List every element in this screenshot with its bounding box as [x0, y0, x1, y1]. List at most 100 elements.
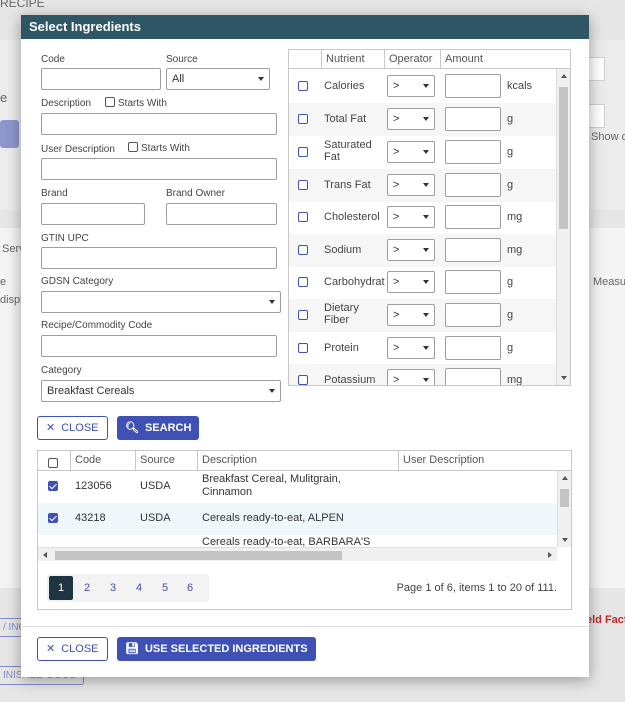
source-column-header[interactable]: Source	[140, 454, 175, 466]
operator-select[interactable]: >	[387, 369, 435, 386]
operator-select[interactable]: >	[387, 271, 435, 293]
gtin-input[interactable]	[41, 247, 277, 269]
page-button-1[interactable]: 1	[49, 576, 73, 600]
row-code: 123056	[75, 480, 112, 492]
scrollbar-thumb[interactable]	[559, 87, 568, 229]
nutrient-row-total-fat: Total Fat > g	[289, 103, 556, 136]
select-all-checkbox[interactable]	[48, 458, 58, 468]
page-button-5[interactable]: 5	[153, 576, 177, 600]
scroll-down-icon[interactable]	[562, 538, 568, 542]
use-selected-ingredients-button[interactable]: 💾︎ USE SELECTED INGREDIENTS	[117, 637, 316, 661]
footer-close-button[interactable]: ✕ CLOSE	[37, 637, 108, 661]
nutrient-row-carbohydrate: Carbohydrat > g	[289, 266, 556, 299]
nutrient-row-checkbox[interactable]	[298, 180, 308, 190]
nutrient-name: Potassium	[324, 374, 376, 386]
nutrient-row-checkbox[interactable]	[298, 147, 308, 157]
code-input[interactable]	[41, 68, 161, 90]
amount-input[interactable]	[445, 74, 501, 98]
operator-select[interactable]: >	[387, 304, 435, 326]
recipe-code-input[interactable]	[41, 335, 277, 357]
amount-input[interactable]	[445, 336, 501, 360]
code-column-header[interactable]: Code	[75, 454, 101, 466]
nutrient-row-sodium: Sodium > mg	[289, 234, 556, 267]
page-button-2[interactable]: 2	[75, 576, 99, 600]
operator-value: >	[393, 113, 400, 125]
operator-column-header: Operator	[389, 53, 433, 65]
amount-input[interactable]	[445, 205, 501, 229]
results-vertical-scrollbar[interactable]	[557, 471, 571, 547]
operator-value: >	[393, 80, 400, 92]
source-select[interactable]: All	[166, 68, 270, 90]
category-value: Breakfast Cereals	[47, 385, 135, 397]
scrollbar-thumb[interactable]	[55, 551, 342, 560]
nutrient-row-checkbox[interactable]	[298, 114, 308, 124]
scroll-up-icon[interactable]	[561, 74, 567, 78]
row-checkbox[interactable]	[48, 481, 58, 491]
page-button-4[interactable]: 4	[127, 576, 151, 600]
operator-select[interactable]: >	[387, 206, 435, 228]
operator-select[interactable]: >	[387, 108, 435, 130]
operator-select[interactable]: >	[387, 141, 435, 163]
description-column-header[interactable]: Description	[202, 454, 257, 466]
category-select[interactable]: Breakfast Cereals	[41, 380, 281, 402]
amount-input[interactable]	[445, 303, 501, 327]
nutrient-row-checkbox[interactable]	[298, 212, 308, 222]
background-recipe-crumb: RECIPE	[0, 0, 45, 10]
scroll-up-icon[interactable]	[562, 476, 568, 480]
close-button[interactable]: ✕ CLOSE	[37, 416, 108, 440]
description-input[interactable]	[41, 113, 277, 135]
operator-select[interactable]: >	[387, 75, 435, 97]
nutrient-row-protein: Protein > g	[289, 332, 556, 365]
nutrient-row-cholesterol: Cholesterol > mg	[289, 201, 556, 234]
user-description-column-header[interactable]: User Description	[403, 454, 484, 466]
nutrient-row-checkbox[interactable]	[298, 310, 308, 320]
search-icon: 🔍︎	[125, 422, 139, 434]
row-checkbox[interactable]	[48, 513, 58, 523]
nutrient-name: Calories	[324, 80, 365, 92]
row-description: Cereals ready-to-eat, BARBARA'S	[202, 536, 371, 547]
user-description-starts-with-label: Starts With	[141, 143, 190, 154]
amount-input[interactable]	[445, 140, 501, 164]
close-icon: ✕	[46, 422, 56, 434]
brand-owner-input[interactable]	[166, 203, 277, 225]
user-description-input[interactable]	[41, 158, 277, 180]
user-description-starts-with-checkbox[interactable]	[128, 142, 138, 152]
nutrient-row-checkbox[interactable]	[298, 245, 308, 255]
code-label: Code	[41, 54, 65, 65]
nutrient-row-dietary-fiber: Dietary Fiber > g	[289, 299, 556, 332]
operator-select[interactable]: >	[387, 337, 435, 359]
scrollbar-thumb[interactable]	[560, 489, 569, 507]
amount-input[interactable]	[445, 173, 501, 197]
amount-input[interactable]	[445, 270, 501, 294]
brand-input[interactable]	[41, 203, 145, 225]
page-button-3[interactable]: 3	[101, 576, 125, 600]
amount-input[interactable]	[445, 368, 501, 385]
results-horizontal-scrollbar[interactable]	[38, 547, 557, 561]
table-row[interactable]: 43218 USDA Cereals ready-to-eat, ALPEN	[38, 503, 558, 535]
gdsn-category-select[interactable]	[41, 291, 281, 313]
operator-select[interactable]: >	[387, 174, 435, 196]
footer-close-button-label: CLOSE	[61, 643, 99, 655]
table-row[interactable]: Cereals ready-to-eat, BARBARA'S	[38, 535, 558, 547]
nutrient-row-checkbox[interactable]	[298, 81, 308, 91]
nutrient-row-checkbox[interactable]	[298, 375, 308, 385]
scroll-right-icon[interactable]	[548, 552, 552, 558]
user-description-starts-with[interactable]: Starts With	[128, 142, 190, 154]
use-selected-ingredients-label: USE SELECTED INGREDIENTS	[144, 643, 308, 655]
description-starts-with[interactable]: Starts With	[105, 97, 167, 109]
search-button[interactable]: 🔍︎ SEARCH	[117, 416, 200, 440]
operator-value: >	[393, 146, 400, 158]
background-button	[0, 120, 19, 148]
operator-select[interactable]: >	[387, 239, 435, 261]
amount-input[interactable]	[445, 107, 501, 131]
nutrient-row-checkbox[interactable]	[298, 343, 308, 353]
operator-value: >	[393, 374, 400, 386]
scroll-left-icon[interactable]	[43, 552, 47, 558]
amount-input[interactable]	[445, 238, 501, 262]
nutrient-table-scrollbar[interactable]	[556, 69, 570, 385]
nutrient-row-checkbox[interactable]	[298, 277, 308, 287]
description-starts-with-checkbox[interactable]	[105, 97, 115, 107]
scroll-down-icon[interactable]	[561, 376, 567, 380]
page-button-6[interactable]: 6	[178, 576, 202, 600]
table-row[interactable]: 123056 USDA Breakfast Cereal, Mulitgrain…	[38, 471, 558, 503]
